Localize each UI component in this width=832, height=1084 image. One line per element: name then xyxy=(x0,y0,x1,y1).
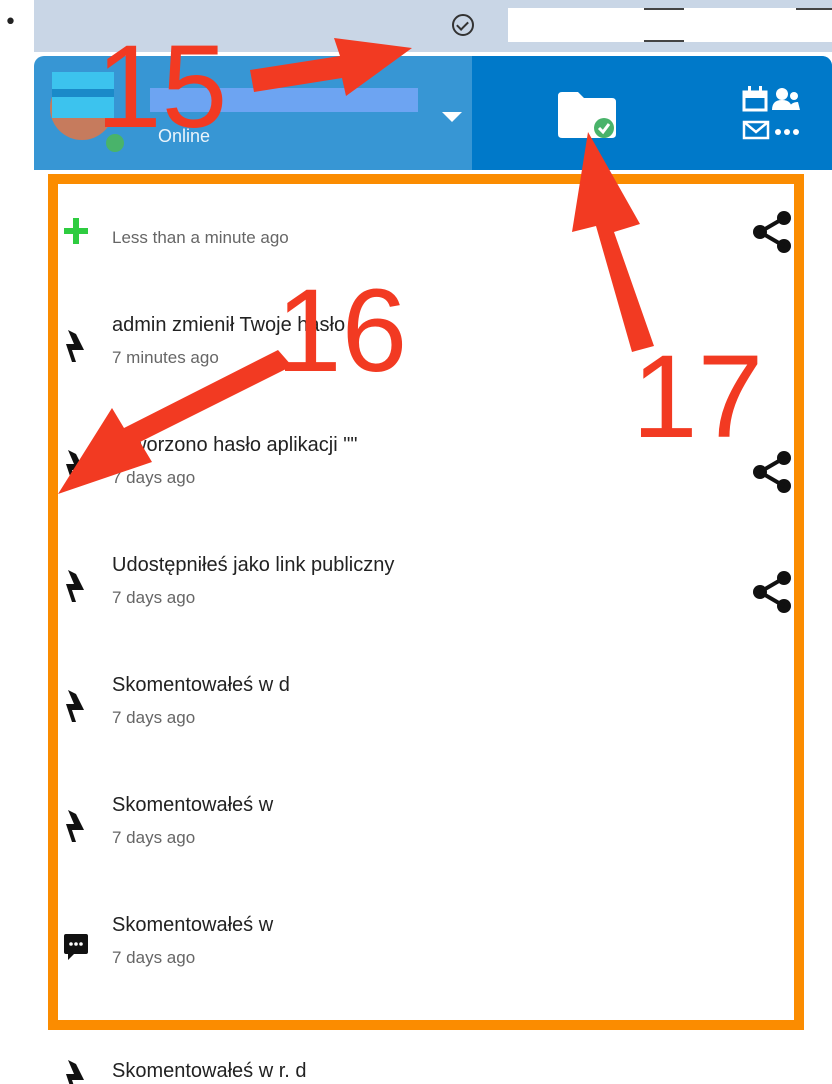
lightning-icon xyxy=(66,450,84,482)
share-icon[interactable] xyxy=(752,570,792,614)
activity-item[interactable]: Skomentowałeś w 7 days ago xyxy=(34,890,832,1010)
activity-item[interactable]: Skomentowałeś w 7 days ago xyxy=(34,770,832,890)
activity-time: 7 days ago xyxy=(112,708,196,727)
nextcloud-activity-window: D Online xyxy=(34,56,832,1084)
redacted-region xyxy=(508,8,832,42)
activity-title: Udostępniłeś jako link publiczny xyxy=(112,554,395,576)
calendar-contacts-mail-more-icon[interactable] xyxy=(742,86,800,144)
activity-item[interactable]: Skomentowałeś w d 7 days ago xyxy=(34,650,832,770)
activity-time: 7 days ago xyxy=(112,948,196,967)
lightning-icon xyxy=(66,330,84,362)
check-circle-icon[interactable] xyxy=(452,14,474,36)
lightning-icon xyxy=(66,1060,84,1084)
activity-time: 7 days ago xyxy=(112,468,196,487)
activity-item[interactable]: Udostępniłeś jako link publiczny 7 days … xyxy=(34,530,832,650)
tray-divider xyxy=(644,8,684,10)
activity-time: 7 days ago xyxy=(112,588,196,607)
activity-title: Utworzono hasło aplikacji "" xyxy=(112,434,358,456)
activity-time: Less than a minute ago xyxy=(112,228,289,247)
activity-item[interactable]: Skomentowałeś w r. d xyxy=(34,1010,832,1084)
activity-title: Skomentowałeś w xyxy=(112,794,274,816)
tray-divider xyxy=(796,8,832,10)
plus-icon xyxy=(64,218,88,244)
activity-time: 7 days ago xyxy=(112,828,196,847)
activity-title: Skomentowałeś w r. d xyxy=(112,1060,307,1082)
folder-check-icon[interactable] xyxy=(558,92,616,138)
comment-icon xyxy=(64,934,88,960)
share-icon[interactable] xyxy=(752,210,792,254)
annotation-number: 16 xyxy=(276,265,408,397)
activity-item[interactable]: Less than a minute ago xyxy=(34,170,832,290)
lightning-icon xyxy=(66,810,84,842)
chevron-down-icon[interactable] xyxy=(442,112,462,122)
bullet: • xyxy=(4,10,17,35)
activity-title: Skomentowałeś w xyxy=(112,914,274,936)
lightning-icon xyxy=(66,570,84,602)
activity-time: 7 minutes ago xyxy=(112,348,219,367)
annotation-number: 17 xyxy=(632,331,764,463)
annotation-number: 15 xyxy=(96,21,228,153)
tray-divider xyxy=(644,40,684,42)
lightning-icon xyxy=(66,690,84,722)
activity-title: Skomentowałeś w d xyxy=(112,674,290,696)
